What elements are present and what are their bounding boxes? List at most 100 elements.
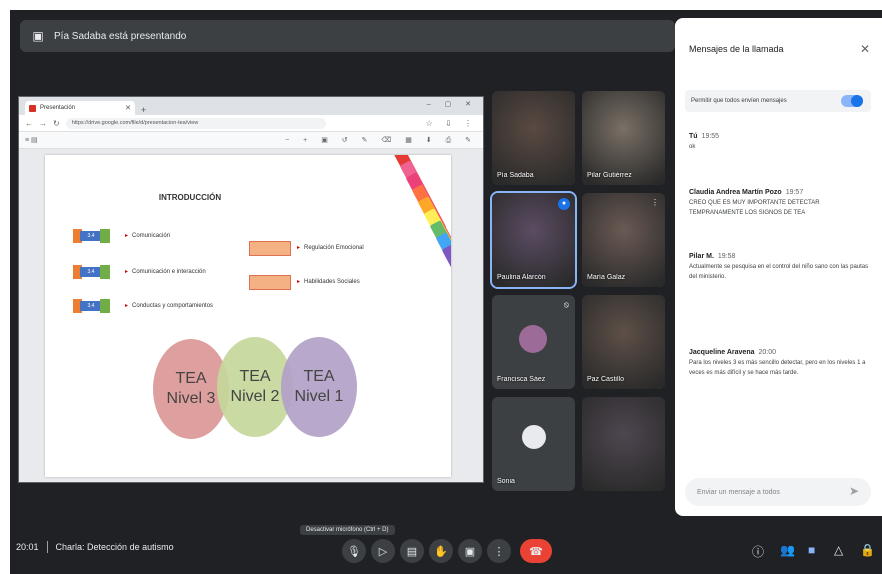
slide-item-label: Habilidades Sociales [297,278,360,285]
meeting-details: 20:01 Charla: Detección de autismo [16,541,174,553]
participant-video [582,295,665,389]
present-screen-icon[interactable]: ▣ [458,539,482,563]
chat-header: Mensajes de la llamada [689,44,784,54]
activities-icon[interactable]: △ [834,543,843,557]
camera-icon[interactable]: ▷ [371,539,395,563]
browser-tab[interactable]: Presentación ✕ [25,101,135,115]
slide-item-box: 3.4 [73,299,117,313]
participant-name: Sonia [497,478,515,485]
pdf-toolbar: ≡ ▤ − + ▣ ↺ ✎ ⌫ ▦ ⬇ ⎙ ✎ [19,132,483,149]
browser-tab-title: Presentación [40,105,76,111]
end-call-icon[interactable]: ☎ [520,539,552,563]
slide-viewport: INTRODUCCIÓN 3.4 Comunicación 3.4 Comuni… [19,149,483,482]
chat-panel: Mensajes de la llamada ✕ Permitir que to… [675,18,882,516]
message-time: 19:58 [717,253,736,260]
participant-name: María Galaz [587,274,626,281]
message-time: 19:57 [785,189,804,196]
chat-icon[interactable]: ■ [808,543,815,557]
participant-tile[interactable]: Paz Castillo [582,295,665,389]
slide-item-label: Regulación Emocional [297,244,364,251]
info-icon[interactable]: ⓘ [752,543,764,560]
participant-tile[interactable]: ⋮ María Galaz [582,193,665,287]
address-bar-row: ← → ↻ https://drive.google.com/file/d/pr… [19,115,483,132]
slide-item-box [249,275,291,290]
present-icon: ▣ [32,29,44,43]
chat-input-placeholder: Enviar un mensaje a todos [697,488,780,496]
slide-item-box [249,241,291,256]
reload-icon[interactable]: ↻ [53,119,60,128]
participant-tile[interactable]: ● Paulina Alarcón [490,191,577,289]
toggle-switch[interactable] [841,95,863,107]
participant-name: Paz Castillo [587,376,624,383]
slide-item-label: Conductas y comportamientos [125,302,213,309]
message-text: Actualmente se pesquisa en el control de… [689,264,869,280]
chat-message: Tú 19:55 ok [689,132,871,152]
participant-tile[interactable] [582,397,665,491]
close-icon[interactable]: ✕ [125,104,131,112]
more-options-icon[interactable]: ⋮ [487,539,511,563]
pdf-favicon-icon [29,104,36,112]
mic-tooltip: Desactivar micrófono (Ctrl + D) [300,525,395,535]
participant-tile[interactable]: Sonia [492,397,575,491]
message-sender: Pilar M. [689,253,714,260]
meeting-time: 20:01 [16,542,39,552]
tea-level-1: TEA Nivel 1 [281,337,357,437]
meeting-name: Charla: Detección de autismo [55,542,174,552]
participant-video [582,193,665,287]
more-options-icon[interactable]: ⋮ [651,198,659,207]
slide: INTRODUCCIÓN 3.4 Comunicación 3.4 Comuni… [45,155,451,477]
participant-name: Paulina Alarcón [497,274,546,281]
rainbow-stripe [441,244,451,330]
slide-item-label: Comunicación e interacción [125,268,206,275]
participant-tile[interactable]: Pía Sadaba [492,91,575,185]
chat-permission-toggle[interactable]: Permitir que todos envíen mensajes [685,90,871,112]
pdf-tools[interactable]: − + ▣ ↺ ✎ ⌫ ▦ ⬇ ⎙ ✎ [285,136,477,145]
slide-title: INTRODUCCIÓN [158,193,222,202]
participant-tile[interactable]: ⦸ Francisca Sáez [492,295,575,389]
browser-actions[interactable]: ☆ ⇩ ⋮ [426,119,477,128]
bottom-bar: 20:01 Charla: Detección de autismo Desac… [10,525,882,574]
message-text: CREO QUE ES MUY IMPORTANTE DETECTAR TEMP… [689,200,820,216]
toggle-label: Permitir que todos envíen mensajes [691,98,787,104]
participant-name: Pilar Gutiérrez [587,172,632,179]
mic-off-icon: ⦸ [563,300,569,309]
people-icon[interactable]: 👥 [780,543,795,557]
window-controls[interactable]: – ▢ ✕ [427,100,477,108]
participant-name: Francisca Sáez [497,376,546,383]
message-text: Para los niveles 3 es más sencillo detec… [689,360,866,376]
chat-message: Jacqueline Aravena 20:00 Para los niveles… [689,348,871,378]
browser-tab-bar: Presentación ✕ + – ▢ ✕ [19,97,483,115]
message-text: ok [689,144,696,150]
raise-hand-icon[interactable]: ✋ [429,539,453,563]
message-sender: Claudia Andrea Martín Pozo [689,189,782,196]
participant-tile[interactable]: Pilar Gutiérrez [582,91,665,185]
chat-input[interactable]: Enviar un mensaje a todos ➤ [685,478,871,506]
captions-icon[interactable]: ▤ [400,539,424,563]
message-sender: Jacqueline Aravena [689,349,755,356]
message-sender: Tú [689,133,698,140]
avatar [522,425,546,449]
avatar [519,325,547,353]
speaking-icon: ● [558,198,570,210]
close-icon[interactable]: ✕ [860,42,870,56]
chat-message: Claudia Andrea Martín Pozo 19:57 CREO QUE… [689,188,871,218]
new-tab-icon[interactable]: + [141,105,146,115]
address-bar[interactable]: https://drive.google.com/file/d/presenta… [65,117,326,129]
slide-item-box: 3.4 [73,265,117,279]
slide-item-label: Comunicación [125,232,170,239]
presenter-banner: ▣ Pía Sadaba está presentando [20,20,675,52]
send-icon[interactable]: ➤ [849,484,859,498]
shared-screen: Presentación ✕ + – ▢ ✕ ← → ↻ https://dri… [18,96,484,483]
mic-icon[interactable]: 🎙 [342,539,366,563]
host-controls-icon[interactable]: 🔒 [860,543,875,557]
participant-video [582,91,665,185]
back-icon[interactable]: ← [25,119,33,128]
forward-icon[interactable]: → [39,119,47,128]
message-time: 19:55 [701,133,720,140]
menu-icon[interactable]: ≡ ▤ [25,136,38,144]
participant-video [582,397,665,491]
participant-name: Pía Sadaba [497,172,534,179]
participant-video [492,91,575,185]
chat-message: Pilar M. 19:58 Actualmente se pesquisa en… [689,252,871,282]
slide-item-box: 3.4 [73,229,117,243]
